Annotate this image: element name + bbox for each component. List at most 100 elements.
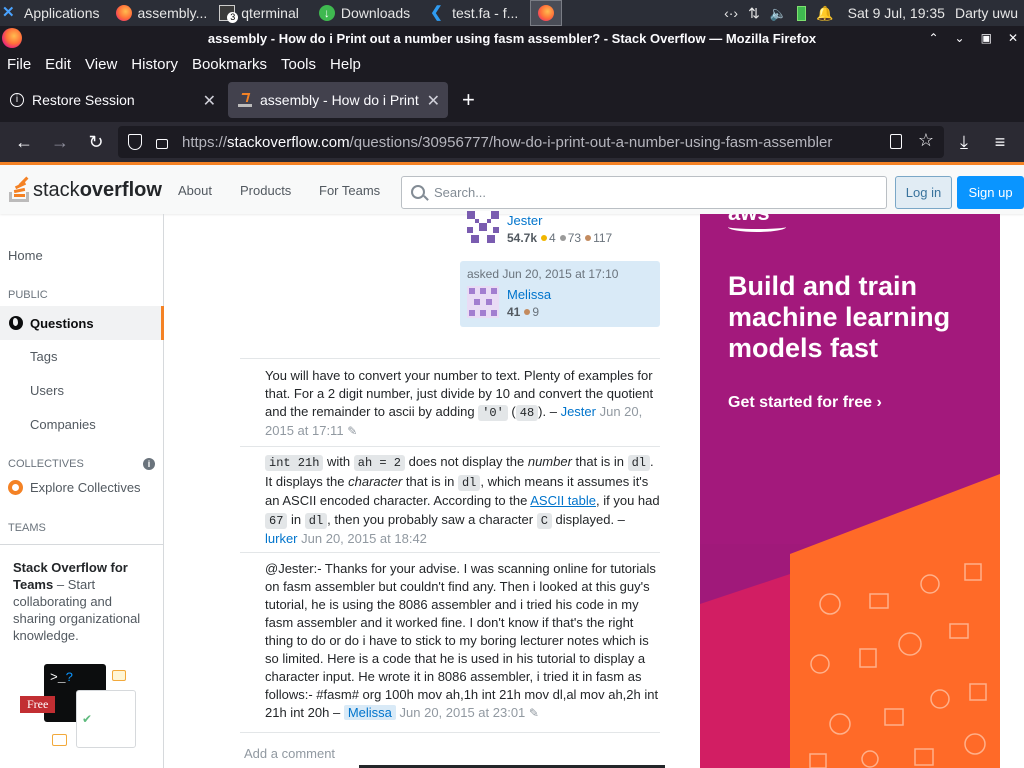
menu-view[interactable]: View bbox=[85, 56, 117, 73]
url-text[interactable]: https://stackoverflow.com/questions/3095… bbox=[182, 134, 832, 151]
asker-name[interactable]: Melissa bbox=[507, 287, 551, 302]
task-qterminal[interactable]: 3 qterminal bbox=[213, 0, 305, 26]
search-input[interactable]: Search... bbox=[401, 176, 887, 209]
new-tab-plus-icon[interactable]: + bbox=[462, 87, 475, 113]
menu-file[interactable]: File bbox=[7, 56, 31, 73]
globe-icon bbox=[9, 316, 23, 330]
comment-divider bbox=[240, 446, 660, 447]
comment-user-link[interactable]: Melissa bbox=[343, 705, 396, 720]
menu-bookmarks[interactable]: Bookmarks bbox=[192, 56, 267, 73]
transfer-icon[interactable]: ⇅ bbox=[748, 5, 760, 22]
signup-button[interactable]: Sign up bbox=[957, 176, 1024, 209]
asked-timestamp: asked Jun 20, 2015 at 17:10 bbox=[467, 267, 619, 281]
downloads-icon[interactable]: ⤓ bbox=[946, 126, 982, 158]
tab-close-icon[interactable]: ✕ bbox=[422, 91, 440, 111]
sidebar-item-explore-collectives[interactable]: Explore Collectives bbox=[8, 480, 141, 495]
aws-logo: aws bbox=[728, 214, 788, 236]
advertisement[interactable]: aws Build and train machine learning mod… bbox=[700, 214, 1000, 768]
sidebar-item-companies[interactable]: Companies bbox=[30, 417, 96, 432]
hamburger-menu-icon[interactable]: ≡ bbox=[982, 126, 1018, 158]
stackoverflow-logo-icon bbox=[8, 176, 30, 204]
search-icon bbox=[411, 185, 425, 199]
user-name[interactable]: Darty uwu bbox=[955, 5, 1018, 21]
sidebar-section-collectives: COLLECTIVES bbox=[8, 458, 84, 470]
task-downloads[interactable]: ↓ Downloads bbox=[313, 0, 416, 26]
ascii-table-link[interactable]: ASCII table bbox=[530, 493, 596, 508]
sidebar-section-teams: TEAMS bbox=[8, 522, 46, 534]
task-firefox[interactable]: assembly... bbox=[110, 0, 214, 26]
task-vscode[interactable]: ❮ test.fa - f... bbox=[424, 0, 524, 26]
volume-icon[interactable]: 🔈 bbox=[770, 5, 787, 22]
menu-help[interactable]: Help bbox=[330, 56, 361, 73]
forward-arrow-icon[interactable]: → bbox=[42, 126, 78, 158]
reload-icon[interactable]: ↻ bbox=[78, 126, 114, 158]
sidebar-item-users[interactable]: Users bbox=[30, 383, 64, 398]
web-page: stack overflow About Products For Teams S… bbox=[0, 162, 1024, 768]
xfce-logo-icon: ✕ bbox=[2, 4, 15, 21]
nav-products[interactable]: Products bbox=[240, 183, 291, 198]
bookmark-star-icon[interactable]: ☆ bbox=[918, 130, 934, 151]
tab-close-icon[interactable]: ✕ bbox=[203, 91, 216, 111]
menu-edit[interactable]: Edit bbox=[45, 56, 71, 73]
bronze-badge-icon bbox=[524, 309, 531, 316]
applications-menu[interactable]: ✕ Applications bbox=[0, 0, 104, 26]
edit-pencil-icon[interactable]: ✎ bbox=[529, 704, 541, 720]
add-comment-link[interactable]: Add a comment bbox=[244, 746, 335, 761]
menu-bar: File Edit View History Bookmarks Tools H… bbox=[0, 50, 1024, 78]
chat-bubble-icon-2 bbox=[52, 734, 67, 746]
login-button[interactable]: Log in bbox=[895, 176, 952, 209]
window-close-icon[interactable]: ✕ bbox=[1008, 31, 1018, 45]
sidebar-item-questions[interactable]: Questions bbox=[0, 306, 164, 340]
chat-bubble-icon bbox=[112, 670, 126, 681]
battery-icon[interactable] bbox=[797, 5, 807, 21]
firefox-icon bbox=[538, 5, 555, 21]
avatar[interactable] bbox=[467, 286, 499, 318]
edit-pencil-icon[interactable]: ✎ bbox=[347, 422, 359, 438]
sidebar-item-tags[interactable]: Tags bbox=[30, 349, 57, 364]
window-maximize-icon[interactable]: ▣ bbox=[981, 31, 992, 45]
window-titlebar: assembly - How do i Print out a number u… bbox=[0, 26, 1024, 50]
stackoverflow-logo[interactable]: stack overflow bbox=[8, 174, 162, 206]
notification-bell-icon[interactable]: 🔔 bbox=[816, 5, 833, 22]
vscode-icon: ❮ bbox=[430, 4, 443, 21]
firefox-icon bbox=[115, 5, 132, 21]
tracking-shield-icon[interactable] bbox=[128, 134, 142, 150]
comment-divider bbox=[240, 552, 660, 553]
menu-history[interactable]: History bbox=[131, 56, 178, 73]
window-title: assembly - How do i Print out a number u… bbox=[207, 30, 817, 46]
network-icon[interactable]: ‹·› bbox=[724, 5, 738, 21]
tab-strip: i Restore Session ✕ assembly - How do i … bbox=[0, 78, 1024, 122]
url-bar[interactable]: https://stackoverflow.com/questions/3095… bbox=[118, 126, 944, 158]
editor-reputation: 54.7k 4 73 117 bbox=[507, 231, 613, 245]
avatar[interactable] bbox=[467, 211, 499, 243]
editor-name[interactable]: Jester bbox=[507, 213, 542, 228]
lock-icon[interactable] bbox=[156, 139, 168, 149]
menu-tools[interactable]: Tools bbox=[281, 56, 316, 73]
firefox-logo-icon bbox=[2, 28, 22, 48]
nav-about[interactable]: About bbox=[178, 183, 212, 198]
comment-date[interactable]: Jun 20, 2015 at 23:01 bbox=[400, 705, 526, 720]
nav-for-teams[interactable]: For Teams bbox=[319, 183, 380, 198]
silver-badge-icon bbox=[559, 235, 566, 242]
reader-view-icon[interactable] bbox=[890, 134, 902, 149]
window-minimize-icon[interactable]: ⌄ bbox=[955, 31, 965, 45]
clock[interactable]: Sat 9 Jul, 19:35 bbox=[848, 5, 945, 21]
tab-restore-session[interactable]: i Restore Session ✕ bbox=[0, 82, 224, 118]
task-firefox-active[interactable] bbox=[530, 0, 563, 26]
back-arrow-icon[interactable]: ← bbox=[6, 126, 42, 158]
sidebar-item-home[interactable]: Home bbox=[8, 248, 43, 263]
terminal-badge: 3 bbox=[227, 12, 239, 23]
free-badge: Free bbox=[20, 696, 56, 713]
comment-date[interactable]: Jun 20, 2015 at 18:42 bbox=[301, 531, 427, 546]
gold-badge-icon bbox=[541, 235, 548, 242]
comment-user-link[interactable]: lurker bbox=[265, 531, 298, 546]
tab-stackoverflow[interactable]: assembly - How do i Print out ✕ bbox=[228, 82, 448, 118]
comment-user-link[interactable]: Jester bbox=[561, 404, 596, 419]
collectives-info-icon[interactable]: i bbox=[143, 458, 155, 470]
ad-cta-link[interactable]: Get started for free › bbox=[728, 394, 882, 412]
navigation-toolbar: ← → ↻ https://stackoverflow.com/question… bbox=[0, 122, 1024, 162]
check-icon: ✔ bbox=[82, 712, 93, 726]
comment-divider bbox=[240, 358, 660, 359]
window-shade-icon[interactable]: ⌃ bbox=[928, 31, 938, 45]
comment: @Jester:- Thanks for your advise. I was … bbox=[265, 561, 659, 720]
